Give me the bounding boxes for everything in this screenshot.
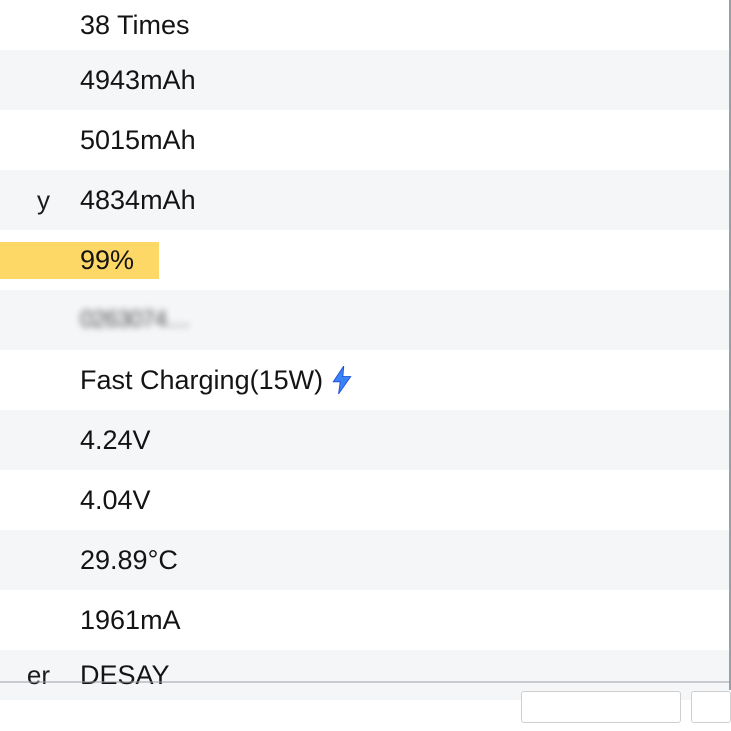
row-value: 4943mAh <box>80 65 196 96</box>
row-value: 4834mAh <box>80 185 196 216</box>
row-value: 4.24V <box>80 425 151 456</box>
row-value: 38 Times <box>80 10 190 41</box>
row-value: 1961mA <box>80 605 181 636</box>
row-label: er <box>0 660 80 691</box>
row-value: 29.89°C <box>80 545 178 576</box>
list-item: 1961mA <box>0 590 729 650</box>
list-item: 0263074… <box>0 290 729 350</box>
list-item: Fast Charging(15W) <box>0 350 729 410</box>
footer-button[interactable] <box>521 691 681 723</box>
row-value: 4.04V <box>80 485 151 516</box>
highlight-badge: 99% <box>0 242 159 279</box>
list-item: 99% <box>0 230 729 290</box>
row-value-redacted: 0263074… <box>80 306 189 334</box>
list-item: 38 Times <box>0 0 729 50</box>
row-value: 5015mAh <box>80 125 196 156</box>
fast-charging-text: Fast Charging(15W) <box>80 365 323 396</box>
list-item: 4.04V <box>0 470 729 530</box>
list-item: y 4834mAh <box>0 170 729 230</box>
divider <box>0 681 731 683</box>
list-item: 4.24V <box>0 410 729 470</box>
list-item: 4943mAh <box>0 50 729 110</box>
row-value: 99% <box>80 242 134 279</box>
row-label: y <box>0 185 80 216</box>
row-value: DESAY <box>80 660 170 691</box>
bolt-icon <box>331 366 353 394</box>
list-item: 5015mAh <box>0 110 729 170</box>
spec-list: 38 Times 4943mAh 5015mAh y 4834mAh 99% 0… <box>0 0 731 690</box>
list-item: 29.89°C <box>0 530 729 590</box>
footer-button-small[interactable] <box>691 691 731 723</box>
row-value: Fast Charging(15W) <box>80 365 353 396</box>
